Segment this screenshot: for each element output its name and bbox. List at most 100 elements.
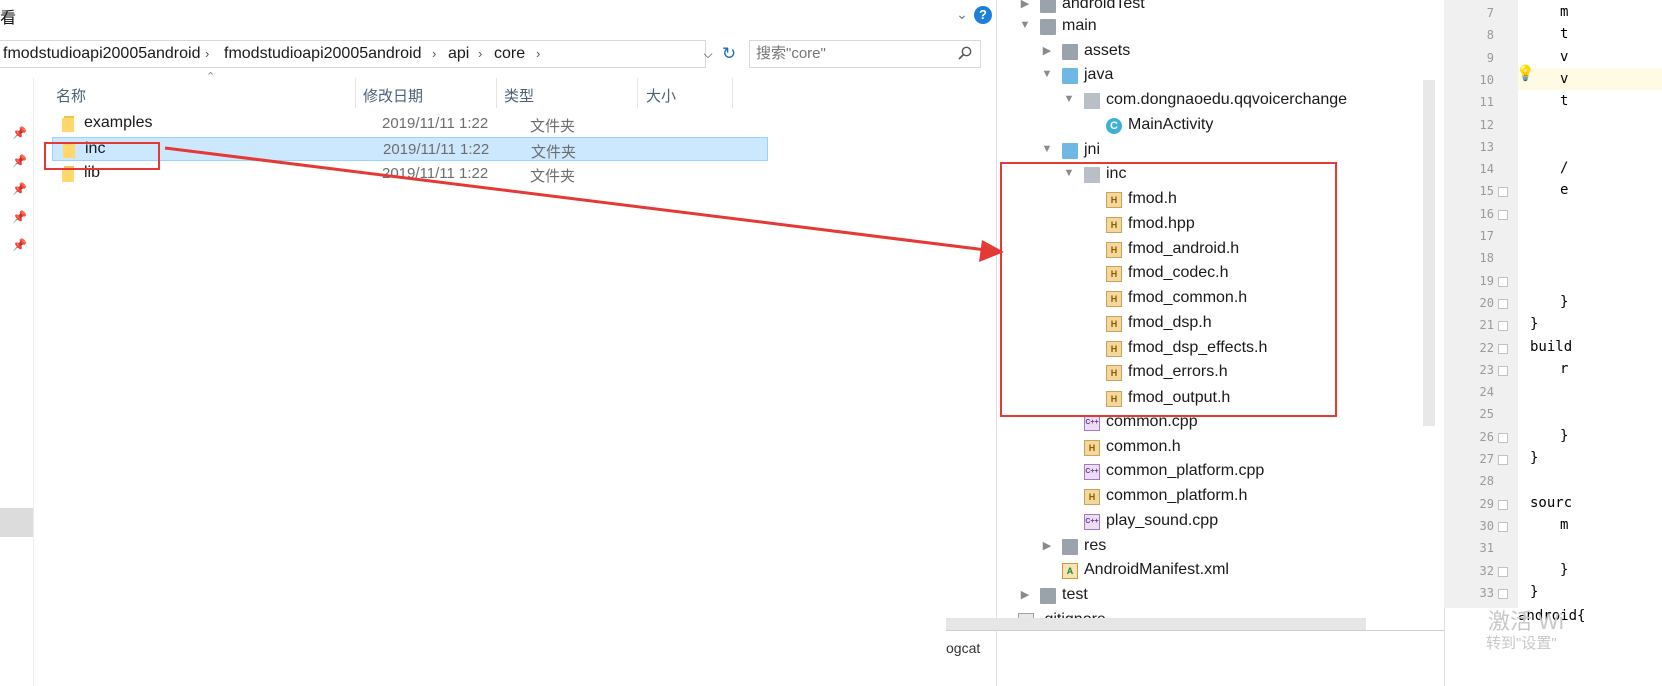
folder-blue-icon bbox=[1062, 143, 1078, 159]
quick-access-pane: 📌 📌 📌 📌 📌 bbox=[0, 120, 34, 686]
line-number: 19 bbox=[1479, 273, 1494, 288]
fold-marker-icon[interactable] bbox=[1498, 209, 1508, 220]
pin-icon[interactable]: 📌 bbox=[12, 238, 27, 252]
refresh-icon[interactable]: ↻ bbox=[718, 44, 740, 66]
folder-gray-icon bbox=[1062, 44, 1078, 60]
line-number: 11 bbox=[1479, 95, 1494, 110]
chevron-down-icon[interactable]: ⌄ bbox=[952, 4, 972, 24]
file-name: examples bbox=[84, 114, 153, 131]
expand-arrow-icon[interactable]: ▶ bbox=[1018, 0, 1032, 10]
line-number: 13 bbox=[1479, 139, 1494, 154]
help-icon[interactable]: ? bbox=[974, 6, 992, 24]
file-modified: 2019/11/11 1:22 bbox=[383, 141, 490, 158]
horizontal-scrollbar[interactable] bbox=[946, 618, 1366, 630]
cpp-file-icon: C++ bbox=[1084, 514, 1100, 530]
file-type: 文件夹 bbox=[531, 144, 577, 161]
breadcrumb-item[interactable]: api bbox=[448, 45, 469, 63]
pane-divider[interactable] bbox=[33, 78, 34, 686]
breadcrumb-item[interactable]: core bbox=[494, 45, 525, 63]
chevron-right-icon[interactable]: › bbox=[205, 46, 209, 61]
column-header-type[interactable]: 类型 bbox=[504, 85, 534, 106]
package-icon bbox=[1084, 93, 1100, 109]
file-row[interactable]: examples 2019/11/11 1:22 文件夹 bbox=[52, 112, 768, 136]
expand-arrow-icon[interactable]: ▶ bbox=[1040, 539, 1054, 552]
tree-item-label: test bbox=[1062, 586, 1088, 603]
line-number: 14 bbox=[1479, 162, 1494, 177]
address-history-dropdown[interactable]: ⌵ bbox=[698, 44, 718, 64]
code-line: m bbox=[1560, 516, 1569, 533]
pin-icon[interactable]: 📌 bbox=[12, 182, 27, 196]
expand-arrow-icon[interactable]: ▶ bbox=[1018, 588, 1032, 601]
code-line: m bbox=[1560, 4, 1569, 20]
search-box[interactable] bbox=[749, 40, 981, 68]
fold-marker-icon[interactable] bbox=[1498, 187, 1508, 198]
expand-arrow-icon[interactable]: ▶ bbox=[1040, 44, 1054, 57]
breadcrumb-item[interactable]: fmodstudioapi20005android bbox=[224, 45, 421, 63]
annotation-highlight-box bbox=[44, 142, 160, 170]
collapse-arrow-icon[interactable]: ▼ bbox=[1040, 68, 1054, 80]
line-number: 12 bbox=[1479, 117, 1494, 132]
file-modified: 2019/11/11 1:22 bbox=[382, 165, 489, 182]
folder-gray-icon bbox=[1062, 539, 1078, 555]
code-line: t bbox=[1560, 26, 1569, 43]
line-number: 8 bbox=[1486, 28, 1494, 43]
nav-pane-scroll-thumb[interactable] bbox=[0, 508, 33, 537]
fold-marker-icon[interactable] bbox=[1498, 588, 1508, 599]
column-divider[interactable] bbox=[355, 78, 356, 108]
fold-marker-icon[interactable] bbox=[1498, 499, 1508, 510]
line-number: 16 bbox=[1479, 206, 1494, 221]
code-line: e bbox=[1560, 182, 1569, 199]
folder-gray-icon bbox=[1040, 19, 1056, 35]
chevron-right-icon[interactable]: › bbox=[536, 46, 540, 61]
fold-marker-icon[interactable] bbox=[1498, 566, 1508, 577]
pin-icon[interactable]: 📌 bbox=[12, 126, 27, 140]
chevron-right-icon[interactable]: › bbox=[478, 46, 482, 61]
search-input[interactable] bbox=[756, 45, 946, 62]
collapse-arrow-icon[interactable]: ▼ bbox=[1018, 19, 1032, 31]
file-type: 文件夹 bbox=[530, 168, 576, 185]
column-header-name[interactable]: 名称 bbox=[56, 85, 86, 106]
column-divider[interactable] bbox=[637, 78, 638, 108]
annotation-highlight-box bbox=[1000, 162, 1337, 417]
code-line: } bbox=[1560, 561, 1569, 578]
line-number: 21 bbox=[1479, 318, 1494, 333]
address-bar[interactable]: fmodstudioapi20005android › fmodstudioap… bbox=[0, 40, 706, 68]
fold-marker-icon[interactable] bbox=[1498, 298, 1508, 309]
class-icon: C bbox=[1106, 118, 1122, 134]
line-number: 29 bbox=[1479, 496, 1494, 511]
column-divider[interactable] bbox=[496, 78, 497, 108]
code-line: / bbox=[1560, 160, 1569, 177]
window-title: 看 bbox=[0, 10, 17, 27]
line-number: 25 bbox=[1479, 407, 1494, 422]
tab-logcat[interactable]: ogcat bbox=[946, 640, 980, 656]
vertical-scrollbar[interactable] bbox=[1423, 80, 1435, 426]
code-line: } bbox=[1560, 293, 1569, 310]
file-modified: 2019/11/11 1:22 bbox=[382, 115, 489, 132]
breadcrumb-item[interactable]: fmodstudioapi20005android bbox=[3, 45, 200, 63]
column-header-modified[interactable]: 修改日期 bbox=[363, 85, 423, 106]
line-number: 9 bbox=[1486, 50, 1494, 65]
collapse-arrow-icon[interactable]: ▼ bbox=[1040, 143, 1054, 155]
lightbulb-icon[interactable]: 💡 bbox=[1516, 64, 1535, 82]
line-number: 31 bbox=[1479, 541, 1494, 556]
column-header-size[interactable]: 大小 bbox=[646, 85, 676, 106]
fold-marker-icon[interactable] bbox=[1498, 276, 1508, 287]
collapse-arrow-icon[interactable]: ▼ bbox=[1062, 93, 1076, 105]
line-number: 33 bbox=[1479, 585, 1494, 600]
pin-icon[interactable]: 📌 bbox=[12, 210, 27, 224]
fold-marker-icon[interactable] bbox=[1498, 521, 1508, 532]
file-list-header: 名称 修改日期 类型 大小 bbox=[48, 78, 778, 108]
tree-item-label: java bbox=[1084, 66, 1114, 83]
line-number: 28 bbox=[1479, 474, 1494, 489]
fold-marker-icon[interactable] bbox=[1498, 321, 1508, 332]
chevron-right-icon[interactable]: › bbox=[432, 46, 436, 61]
fold-marker-icon[interactable] bbox=[1498, 432, 1508, 443]
search-icon[interactable] bbox=[958, 46, 972, 60]
pin-icon[interactable]: 📌 bbox=[12, 154, 27, 168]
fold-marker-icon[interactable] bbox=[1498, 455, 1508, 465]
fold-marker-icon[interactable] bbox=[1498, 343, 1508, 354]
line-number: 17 bbox=[1479, 229, 1494, 243]
column-divider[interactable] bbox=[732, 78, 733, 108]
fold-marker-icon[interactable] bbox=[1498, 365, 1508, 376]
line-number: 20 bbox=[1479, 295, 1494, 310]
